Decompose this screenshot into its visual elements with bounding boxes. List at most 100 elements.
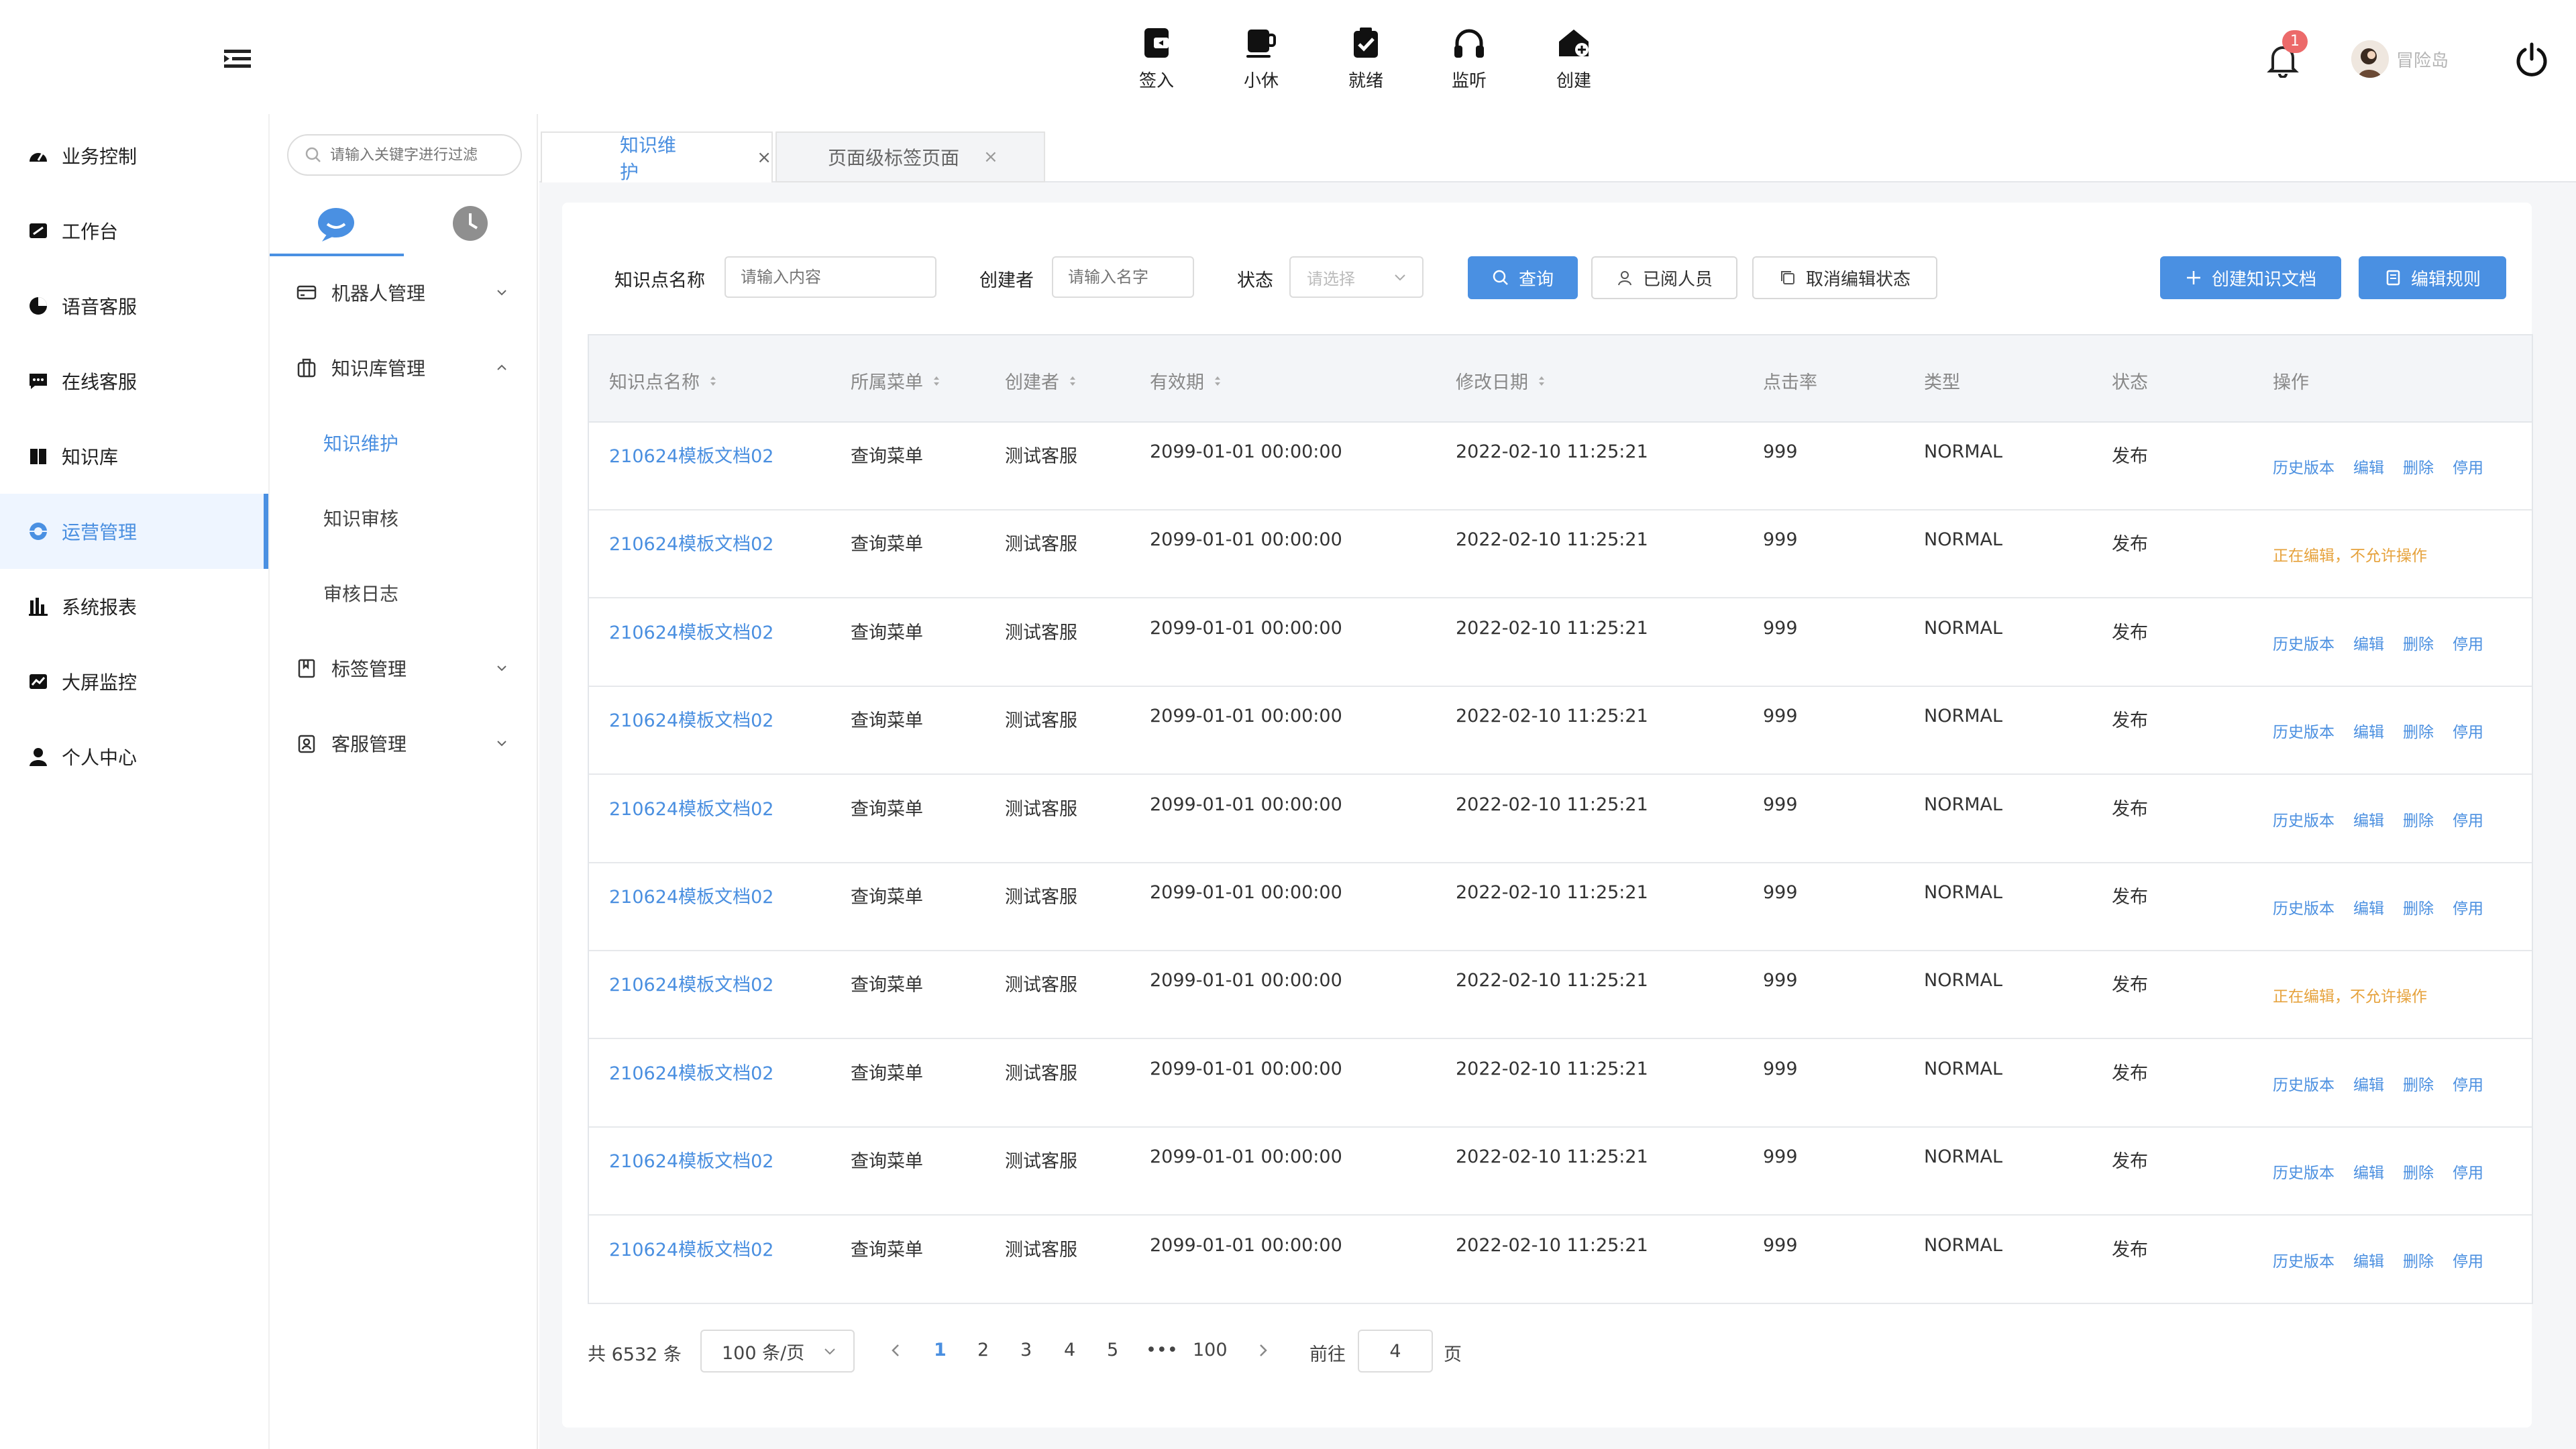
history-version-link[interactable]: 历史版本 [2273, 455, 2334, 478]
knowledge-name-link[interactable]: 210624模板文档02 [609, 618, 773, 644]
history-version-link[interactable]: 历史版本 [2273, 1248, 2334, 1271]
disable-link[interactable]: 停用 [2453, 896, 2483, 918]
knowledge-name-link[interactable]: 210624模板文档02 [609, 1235, 773, 1261]
sidebar-item-voice-service[interactable]: 语音客服 [0, 268, 268, 343]
query-button[interactable]: 查询 [1468, 256, 1578, 299]
delete-link[interactable]: 删除 [2403, 631, 2434, 654]
column-header[interactable]: 修改日期 [1456, 368, 1547, 394]
disable-link[interactable]: 停用 [2453, 1072, 2483, 1095]
edit-link[interactable]: 编辑 [2353, 808, 2384, 830]
delete-link[interactable]: 删除 [2403, 1248, 2434, 1271]
avatar[interactable] [2351, 40, 2389, 78]
delete-link[interactable]: 删除 [2403, 455, 2434, 478]
goto-page-input[interactable] [1358, 1330, 1433, 1373]
knowledge-name-link[interactable]: 210624模板文档02 [609, 794, 773, 820]
sidebar-item-operations[interactable]: 运营管理 [0, 494, 268, 569]
page-number[interactable]: 5 [1107, 1340, 1118, 1360]
edit-link[interactable]: 编辑 [2353, 1248, 2384, 1271]
sidebar-item-workbench[interactable]: 工作台 [0, 193, 268, 268]
knowledge-name-link[interactable]: 210624模板文档02 [609, 441, 773, 468]
page-number[interactable]: 2 [977, 1340, 989, 1360]
next-page-icon[interactable] [1254, 1342, 1272, 1359]
username[interactable]: 冒险岛 [2396, 47, 2449, 72]
knowledge-name-link[interactable]: 210624模板文档02 [609, 970, 773, 996]
delete-link[interactable]: 删除 [2403, 896, 2434, 918]
group-service-management[interactable]: 客服管理 [270, 710, 537, 777]
power-icon[interactable] [2513, 40, 2551, 78]
group-tag-management[interactable]: 标签管理 [270, 635, 537, 702]
menu-toggle-icon[interactable] [223, 46, 252, 72]
sort-icon[interactable] [931, 373, 942, 389]
tab-page-level-tags[interactable]: 页面级标签页面 × [775, 131, 1045, 182]
disable-link[interactable]: 停用 [2453, 455, 2483, 478]
sidebar-item-business-control[interactable]: 业务控制 [0, 118, 268, 193]
edit-link[interactable]: 编辑 [2353, 631, 2384, 654]
edit-link[interactable]: 编辑 [2353, 1160, 2384, 1183]
history-version-link[interactable]: 历史版本 [2273, 808, 2334, 830]
filter-status-select[interactable]: 请选择 [1289, 256, 1424, 298]
filter-name-input[interactable] [724, 256, 936, 298]
prev-page-icon[interactable] [887, 1342, 904, 1359]
chat-tab-icon[interactable] [317, 207, 356, 243]
edit-link[interactable]: 编辑 [2353, 455, 2384, 478]
page-size-select[interactable]: 100 条/页 [700, 1330, 855, 1373]
delete-link[interactable]: 删除 [2403, 1160, 2434, 1183]
disable-link[interactable]: 停用 [2453, 719, 2483, 742]
ready-button[interactable]: 就绪 [1326, 25, 1406, 93]
edit-link[interactable]: 编辑 [2353, 719, 2384, 742]
page-number[interactable]: 1 [934, 1340, 947, 1360]
delete-link[interactable]: 删除 [2403, 808, 2434, 830]
knowledge-name-link[interactable]: 210624模板文档02 [609, 1059, 773, 1085]
sign-in-button[interactable]: 签入 [1116, 25, 1197, 93]
sub-item-knowledge-maintenance[interactable]: 知识维护 [323, 409, 398, 476]
history-version-link[interactable]: 历史版本 [2273, 896, 2334, 918]
disable-link[interactable]: 停用 [2453, 631, 2483, 654]
delete-link[interactable]: 删除 [2403, 719, 2434, 742]
sort-icon[interactable] [708, 373, 718, 389]
history-clock-icon[interactable] [452, 205, 488, 241]
knowledge-name-link[interactable]: 210624模板文档02 [609, 882, 773, 908]
group-knowledge-management[interactable]: 知识库管理 [270, 334, 537, 401]
page-number[interactable]: 4 [1064, 1340, 1075, 1360]
disable-link[interactable]: 停用 [2453, 808, 2483, 830]
sidebar-item-online-service[interactable]: 在线客服 [0, 343, 268, 419]
edit-link[interactable]: 编辑 [2353, 896, 2384, 918]
knowledge-name-link[interactable]: 210624模板文档02 [609, 1146, 773, 1173]
history-version-link[interactable]: 历史版本 [2273, 1160, 2334, 1183]
column-header[interactable]: 知识点名称 [609, 368, 718, 394]
column-header[interactable]: 所属菜单 [851, 368, 942, 394]
edit-link[interactable]: 编辑 [2353, 1072, 2384, 1095]
cancel-edit-button[interactable]: 取消编辑状态 [1752, 256, 1937, 299]
filter-creator-input[interactable] [1052, 256, 1194, 298]
disable-link[interactable]: 停用 [2453, 1248, 2483, 1271]
sort-icon[interactable] [1212, 373, 1223, 389]
sidebar-item-big-screen-monitor[interactable]: 大屏监控 [0, 644, 268, 719]
sub-item-knowledge-review[interactable]: 知识审核 [323, 484, 398, 551]
create-button[interactable]: 创建 [1534, 25, 1614, 93]
delete-link[interactable]: 删除 [2403, 1072, 2434, 1095]
history-version-link[interactable]: 历史版本 [2273, 1072, 2334, 1095]
group-robot-management[interactable]: 机器人管理 [270, 259, 537, 326]
edit-rule-button[interactable]: 编辑规则 [2359, 256, 2506, 299]
page-ellipsis[interactable]: ••• [1146, 1340, 1178, 1360]
sort-icon[interactable] [1067, 373, 1078, 389]
tree-filter-search[interactable] [287, 134, 522, 176]
page-number[interactable]: 100 [1193, 1340, 1228, 1360]
page-number[interactable]: 3 [1020, 1340, 1032, 1360]
sub-item-review-log[interactable]: 审核日志 [323, 559, 398, 627]
knowledge-name-link[interactable]: 210624模板文档02 [609, 529, 773, 555]
sidebar-item-system-reports[interactable]: 系统报表 [0, 569, 268, 644]
history-version-link[interactable]: 历史版本 [2273, 719, 2334, 742]
close-icon[interactable]: × [757, 148, 771, 168]
disable-link[interactable]: 停用 [2453, 1160, 2483, 1183]
column-header[interactable]: 创建者 [1005, 368, 1078, 394]
readers-button[interactable]: 已阅人员 [1591, 256, 1737, 299]
column-header[interactable]: 有效期 [1150, 368, 1223, 394]
sort-icon[interactable] [1536, 373, 1547, 389]
history-version-link[interactable]: 历史版本 [2273, 631, 2334, 654]
create-doc-button[interactable]: 创建知识文档 [2160, 256, 2341, 299]
sidebar-item-knowledge-base[interactable]: 知识库 [0, 419, 268, 494]
sidebar-item-personal-center[interactable]: 个人中心 [0, 719, 268, 794]
break-button[interactable]: 小休 [1221, 25, 1301, 93]
knowledge-name-link[interactable]: 210624模板文档02 [609, 706, 773, 732]
